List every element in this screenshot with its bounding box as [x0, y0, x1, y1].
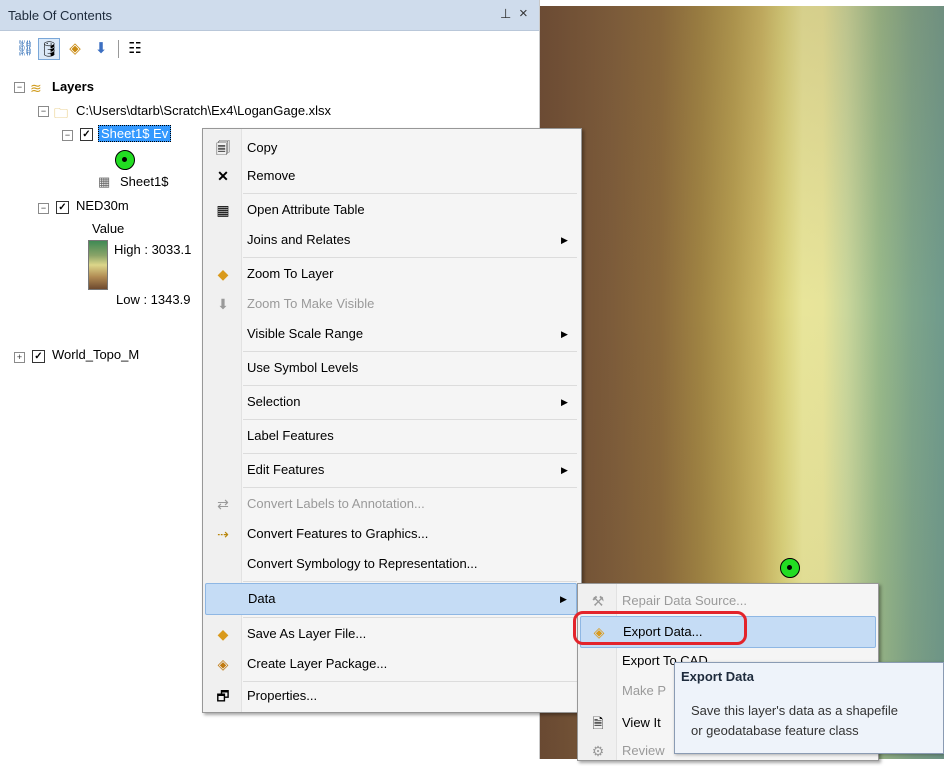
tooltip-line-1: Save this layer's data as a shapefile [691, 703, 898, 718]
low-value-label: Low : 1343.9 [116, 292, 191, 307]
list-by-selection-icon[interactable]: ⬇ [90, 38, 112, 60]
menu-item-save-as-layer-file[interactable]: ◆ Save As Layer File... [205, 619, 577, 649]
menu-separator [243, 419, 577, 420]
ned-visibility-checkbox[interactable]: ✓ [56, 201, 69, 214]
ned-collapse-toggle[interactable]: − [38, 203, 49, 214]
map-top-border [540, 0, 944, 6]
menu-item-zoom-to-make-visible[interactable]: ⬇ Zoom To Make Visible [205, 289, 577, 319]
high-value-label: High : 3033.1 [114, 242, 192, 257]
toc-title: Table Of Contents [8, 8, 113, 23]
topo-expand-toggle[interactable]: + [14, 352, 25, 363]
review-icon: ⚙ [591, 743, 605, 759]
remove-icon: ✕ [217, 168, 229, 184]
menu-item-convert-features[interactable]: ⇢ Convert Features to Graphics... [205, 519, 577, 549]
menu-item-joins-and-relates[interactable]: Joins and Relates ▶ [205, 225, 577, 255]
list-by-source-icon[interactable]: 🛢 [38, 38, 60, 60]
layers-collapse-toggle[interactable]: − [14, 82, 25, 93]
copy-icon: 🗐 [216, 140, 230, 156]
source-collapse-toggle[interactable]: − [38, 106, 49, 117]
menu-item-convert-symbology[interactable]: Convert Symbology to Representation... [205, 549, 577, 579]
menu-item-visible-scale-range[interactable]: Visible Scale Range ▶ [205, 319, 577, 349]
menu-item-properties[interactable]: 🗗 Properties... [205, 681, 577, 711]
menu-separator [243, 487, 577, 488]
tooltip-title: Export Data [681, 669, 754, 684]
source-path-label[interactable]: C:\Users\dtarb\Scratch\Ex4\LoganGage.xls… [76, 103, 331, 118]
submenu-arrow-icon: ▶ [561, 329, 568, 339]
elevation-color-ramp [88, 240, 108, 290]
menu-item-remove[interactable]: ✕ Remove [205, 161, 577, 191]
value-label: Value [92, 221, 125, 236]
menu-item-label-features[interactable]: Label Features [205, 421, 577, 451]
attribute-table-icon: ▦ [216, 202, 230, 218]
submenu-arrow-icon: ▶ [561, 465, 568, 475]
events-layer-label[interactable]: Sheet1$ Ev [98, 125, 172, 142]
table-label[interactable]: Sheet1$ [120, 174, 168, 189]
topo-visibility-checkbox[interactable]: ✓ [32, 350, 45, 363]
list-by-drawing-order-icon[interactable]: ⛓ [14, 38, 36, 60]
tooltip-line-2: or geodatabase feature class [691, 723, 859, 738]
layer-package-icon: ◈ [217, 656, 229, 672]
pin-icon[interactable]: ⊥ [500, 6, 511, 22]
menu-separator [243, 193, 577, 194]
menu-item-copy[interactable]: 🗐 Copy [205, 133, 577, 163]
folder-icon: 🗀 [54, 105, 68, 121]
properties-icon: 🗗 [216, 688, 230, 704]
view-item-icon: 🗎 [592, 715, 604, 731]
menu-separator [243, 581, 577, 582]
submenu-arrow-icon: ▶ [560, 594, 567, 604]
toc-title-bar: Table Of Contents ⊥ × [0, 0, 539, 31]
events-visibility-checkbox[interactable]: ✓ [80, 128, 93, 141]
layers-root-label[interactable]: Layers [52, 79, 94, 94]
layer-file-icon: ◆ [217, 626, 229, 642]
submenu-arrow-icon: ▶ [561, 235, 568, 245]
menu-item-zoom-to-layer[interactable]: ◆ Zoom To Layer [205, 259, 577, 289]
point-symbol-icon [115, 150, 135, 170]
menu-item-open-attribute-table[interactable]: ▦ Open Attribute Table [205, 195, 577, 225]
list-by-visibility-icon[interactable]: ◈ [64, 38, 86, 60]
export-data-tooltip: Export Data Save this layer's data as a … [674, 662, 944, 754]
convert-features-icon: ⇢ [217, 526, 229, 542]
menu-item-use-symbol-levels[interactable]: Use Symbol Levels [205, 353, 577, 383]
menu-separator [243, 351, 577, 352]
events-collapse-toggle[interactable]: − [62, 130, 73, 141]
submenu-arrow-icon: ▶ [561, 397, 568, 407]
toolbar-separator [118, 40, 119, 58]
gage-point-symbol [780, 558, 800, 578]
zoom-visible-icon: ⬇ [217, 296, 229, 312]
table-icon: ▦ [98, 174, 111, 189]
toc-toolbar: ⛓ 🛢 ◈ ⬇ ☷ [0, 31, 539, 65]
menu-item-convert-labels[interactable]: ⇄ Convert Labels to Annotation... [205, 489, 577, 519]
layers-group-icon: ≋ [30, 80, 42, 96]
ned-layer-label[interactable]: NED30m [76, 198, 129, 213]
menu-separator [243, 617, 577, 618]
menu-separator [243, 257, 577, 258]
convert-labels-icon: ⇄ [217, 496, 229, 512]
menu-item-create-layer-package[interactable]: ◈ Create Layer Package... [205, 649, 577, 679]
topo-layer-label[interactable]: World_Topo_M [52, 347, 139, 362]
options-icon[interactable]: ☷ [124, 38, 146, 60]
layer-context-menu: 🗐 Copy ✕ Remove ▦ Open Attribute Table J… [202, 128, 582, 713]
zoom-to-layer-icon: ◆ [217, 266, 229, 282]
menu-item-data[interactable]: Data ▶ [205, 583, 577, 615]
menu-separator [243, 453, 577, 454]
export-data-highlight-ring [573, 611, 747, 645]
menu-item-edit-features[interactable]: Edit Features ▶ [205, 455, 577, 485]
close-icon[interactable]: × [519, 5, 528, 22]
menu-item-selection[interactable]: Selection ▶ [205, 387, 577, 417]
menu-separator [243, 385, 577, 386]
